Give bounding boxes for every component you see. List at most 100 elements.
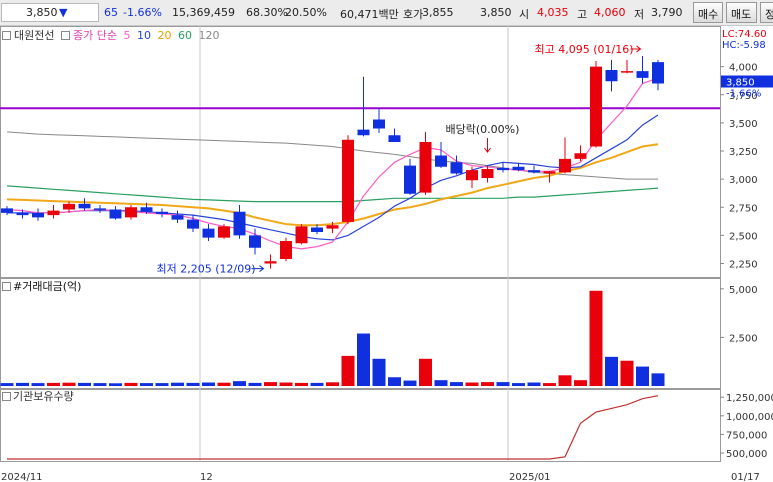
more-button[interactable]: 정 — [760, 2, 773, 23]
candle-down — [652, 62, 664, 84]
candle-down — [78, 203, 91, 209]
candle-up — [559, 158, 571, 173]
volume-bar — [140, 383, 153, 386]
volume-ytick-label: 2,500 — [729, 333, 758, 344]
candle-down — [94, 208, 106, 210]
high-annotation: 최고 4,095 (01/16) — [535, 43, 634, 56]
chart-canvas[interactable]: 4,0003,7503,5003,2503,0002,7502,5002,250… — [0, 26, 773, 482]
candle-down — [388, 135, 401, 142]
volume-bar — [264, 382, 277, 386]
volume-bar — [651, 373, 665, 386]
volume-bar — [465, 382, 479, 386]
volume-bar — [0, 383, 14, 386]
candle-down — [109, 209, 122, 219]
candle-up — [280, 241, 292, 259]
candle-down — [435, 155, 447, 167]
ratio-2: 20.50% — [285, 6, 327, 19]
volume-bar — [605, 356, 618, 386]
open-label: 시 — [519, 8, 530, 21]
candle-down — [450, 162, 463, 174]
hc-label: HC:-5.98 — [722, 40, 766, 51]
candle-down — [357, 129, 370, 136]
candle-down — [233, 211, 246, 236]
candle-up — [419, 142, 432, 193]
candle-up — [63, 203, 75, 210]
volume-bar — [326, 382, 339, 386]
inst-ytick-label: 1,250,000 — [726, 393, 773, 404]
candle-down — [171, 215, 184, 220]
quote-1: 3,855 — [422, 6, 454, 19]
price-pane-frame — [0, 26, 721, 278]
low-annotation: 최저 2,205 (12/09) — [157, 263, 256, 276]
volume-bar — [279, 382, 293, 386]
candle-down — [1, 208, 13, 213]
volume-bar — [295, 382, 308, 386]
candle-up — [342, 139, 354, 222]
candle-up — [326, 225, 339, 229]
volume-bar — [589, 290, 603, 386]
x-axis-label: 12 — [200, 472, 213, 482]
trade-amount: 60,471백만 — [340, 8, 399, 21]
candle-up — [543, 171, 556, 174]
price-ytick-label: 3,000 — [729, 175, 758, 186]
candle-down — [605, 70, 618, 82]
candle-up — [590, 66, 602, 147]
volume-bar — [496, 382, 510, 386]
price-change: 65 — [104, 6, 118, 19]
price-ytick-label: 3,500 — [729, 119, 758, 130]
sell-button[interactable]: 매도 — [726, 2, 757, 23]
x-axis-label: 2024/11 — [1, 472, 43, 482]
inst-ytick-label: 500,000 — [726, 449, 767, 460]
candle-up — [466, 170, 478, 181]
volume-bar — [434, 380, 448, 386]
inst-ytick-label: 750,000 — [726, 430, 767, 441]
volume-bar — [124, 382, 138, 386]
volume-bar — [202, 382, 215, 386]
price-ytick-label: 2,750 — [729, 203, 758, 214]
candle-down — [249, 235, 261, 248]
open-price: 4,035 — [537, 6, 569, 19]
volume-bar — [636, 366, 649, 386]
price-change-pct: -1.66% — [123, 6, 162, 19]
x-axis-label: 01/17 — [731, 472, 760, 482]
x-axis-label: 2025/01 — [509, 472, 551, 482]
event-annotation: 배당락(0.00%) — [446, 123, 520, 136]
candle-up — [47, 210, 60, 216]
low-price: 3,790 — [651, 6, 683, 19]
volume-bar — [512, 383, 525, 386]
volume: 15,369,459 — [172, 6, 235, 19]
volume-bar — [171, 382, 184, 386]
event-arrow-icon — [484, 138, 491, 153]
price-ytick-label: 2,500 — [729, 231, 758, 242]
high-label: 고 — [577, 8, 588, 21]
candle-down — [202, 228, 215, 238]
ratio-1: 68.30% — [246, 6, 288, 19]
candle-down — [512, 166, 525, 171]
candle-up — [125, 207, 137, 218]
candle-up — [621, 71, 633, 73]
candle-down — [140, 207, 153, 212]
buy-button[interactable]: 매수 — [693, 2, 723, 23]
volume-bar — [357, 333, 370, 386]
candle-down — [311, 227, 323, 232]
stock-chart-window: 3,850 ▼ 65 -1.66% 15,369,459 68.30% 20.5… — [0, 0, 773, 482]
price-ytick-label: 3,250 — [729, 147, 758, 158]
volume-bar — [233, 381, 246, 386]
volume-bar — [620, 360, 634, 386]
volume-bar — [31, 383, 45, 386]
volume-ytick-label: 5,000 — [729, 285, 758, 296]
candle-down — [187, 219, 199, 229]
volume-bar — [248, 382, 262, 386]
volume-bar — [155, 383, 169, 386]
volume-bar — [109, 383, 122, 386]
last-change-label: -1.66% — [726, 89, 761, 100]
volume-bar — [419, 358, 432, 386]
inst-pane-frame — [0, 389, 721, 462]
candle-up — [264, 261, 277, 264]
volume-bar — [574, 380, 587, 386]
candle-down — [497, 167, 509, 171]
last-price-label: 3,850 — [726, 78, 755, 89]
candle-up — [574, 153, 587, 159]
quote-bar: 3,850 ▼ 65 -1.66% 15,369,459 68.30% 20.5… — [0, 0, 773, 26]
ma20-line — [6, 143, 659, 227]
